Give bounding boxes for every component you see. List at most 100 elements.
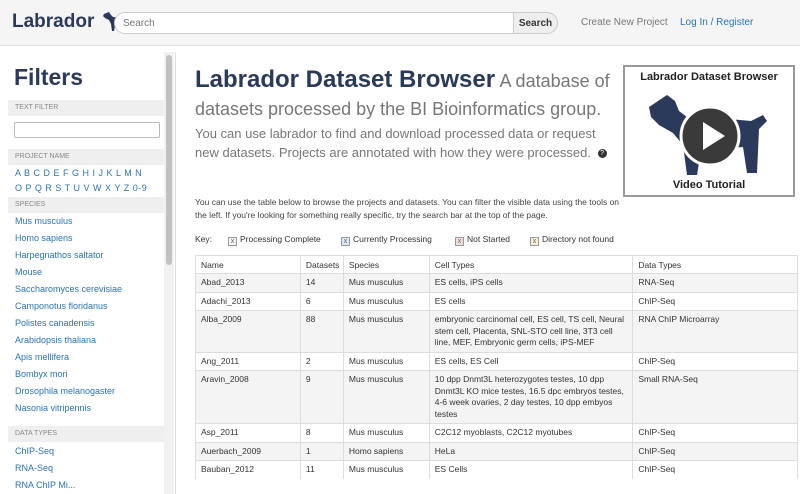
key-item-processing-complete: x Processing Complete	[228, 234, 321, 246]
species-filter-link[interactable]: Nasonia vitripennis	[15, 400, 122, 417]
cell-datasets: 1	[299, 441, 344, 461]
key-item-label: Currently Processing	[353, 234, 432, 244]
data-types-list: ChIP-Seq RNA-Seq RNA ChIP Mi...	[15, 443, 75, 494]
species-filter-link[interactable]: Homo sapiens	[15, 230, 122, 247]
cell-name: Ang_2011	[195, 351, 301, 371]
project-letters-row-2[interactable]: O P Q R S T U V W X Y Z 0-9	[15, 181, 163, 196]
cell-name: Abad_2013	[195, 273, 301, 292]
cell-species: Mus musculus	[342, 291, 430, 311]
table-row[interactable]: Adachi_2013 6 Mus musculus ES cells ChIP…	[195, 291, 798, 311]
cell-cell-types: ES Cells	[428, 460, 634, 479]
cell-species: Mus musculus	[342, 370, 430, 424]
data-type-filter-link[interactable]: RNA-Seq	[15, 460, 75, 477]
cell-species: Homo sapiens	[342, 441, 430, 461]
table-row[interactable]: Bauban_2012 11 Mus musculus ES Cells ChI…	[195, 460, 798, 479]
cell-species: Mus musculus	[342, 460, 430, 479]
login-register-link[interactable]: Log In / Register	[680, 17, 753, 28]
table-row[interactable]: Asp_2011 8 Mus musculus C2C12 myoblasts,…	[195, 423, 798, 442]
text-filter-header: TEXT FILTER	[8, 100, 164, 116]
species-filter-link[interactable]: Drosophila melanogaster	[15, 383, 122, 400]
project-name-header: PROJECT NAME	[8, 149, 164, 165]
cell-cell-types: 10 dpp Dnmt3L heterozygotes testes, 10 d…	[428, 370, 634, 424]
cell-data-types: ChIP-Seq	[632, 423, 798, 442]
search-bar: Search	[114, 12, 558, 34]
cell-name: Bauban_2012	[195, 460, 301, 479]
column-header-data-types[interactable]: Data Types	[632, 255, 798, 274]
video-tutorial-box[interactable]: Labrador Dataset Browser Video Tutorial	[623, 65, 795, 197]
data-type-filter-link[interactable]: ChIP-Seq	[15, 443, 75, 460]
table-row[interactable]: Aravin_2008 9 Mus musculus 10 dpp Dnmt3L…	[195, 370, 798, 424]
species-filter-link[interactable]: Polistes canadensis	[15, 315, 122, 332]
cell-data-types: ChIP-Seq	[632, 441, 798, 461]
table-row[interactable]: Abad_2013 14 Mus musculus ES cells, iPS …	[195, 273, 798, 292]
cell-data-types: RNA ChIP Microarray	[632, 310, 798, 352]
video-title: Labrador Dataset Browser	[640, 71, 778, 83]
play-icon[interactable]	[679, 105, 741, 167]
main-content: Labrador Dataset Browser A database of d…	[195, 52, 800, 494]
cell-cell-types: C2C12 myoblasts, C2C12 myotubes	[428, 423, 634, 442]
cell-cell-types: ES cells, iPS cells	[428, 273, 634, 292]
key-label: Key:	[195, 234, 213, 244]
table-row[interactable]: Ang_2011 2 Mus musculus ES cells, ES Cel…	[195, 351, 798, 371]
create-project-link[interactable]: Create New Project	[581, 17, 668, 28]
species-filter-link[interactable]: Mouse	[15, 264, 122, 281]
cell-name: Alba_2009	[195, 310, 301, 352]
column-header-datasets[interactable]: Datasets	[299, 255, 344, 274]
brand-logo[interactable]: Labrador	[12, 10, 130, 34]
species-filter-link[interactable]: Saccharomyces cerevisiae	[15, 281, 122, 298]
cell-data-types: ChIP-Seq	[632, 460, 798, 479]
cell-name: Adachi_2013	[195, 291, 301, 311]
cell-datasets: 88	[299, 310, 344, 352]
text-filter-input[interactable]	[14, 122, 160, 138]
species-filter-link[interactable]: Arabidopsis thaliana	[15, 332, 122, 349]
video-caption: Video Tutorial	[672, 179, 746, 191]
cell-datasets: 9	[299, 370, 344, 424]
search-input[interactable]	[114, 12, 514, 34]
data-type-filter-link[interactable]: RNA ChIP Mi...	[15, 477, 75, 494]
cell-species: Mus musculus	[342, 423, 430, 442]
status-key: Key: x Processing Complete x Currently Pro…	[195, 234, 614, 246]
cell-datasets: 8	[299, 423, 344, 442]
species-filter-link[interactable]: Mus musculus	[15, 213, 122, 230]
column-header-name[interactable]: Name	[195, 255, 301, 274]
lead-text: You can use labrador to find and downloa…	[195, 126, 596, 160]
species-filter-link[interactable]: Apis mellifera	[15, 349, 122, 366]
datasets-table: Name Datasets Species Cell Types Data Ty…	[195, 255, 798, 479]
key-item-label: Not Started	[467, 234, 510, 244]
cell-name: Aravin_2008	[195, 370, 301, 424]
filters-title: Filters	[14, 64, 84, 90]
sidebar-scrollbar-thumb[interactable]	[166, 55, 172, 265]
cell-cell-types: embryonic carcinomal cell, ES cell, TS c…	[428, 310, 634, 352]
cell-datasets: 2	[299, 351, 344, 371]
search-button[interactable]: Search	[513, 12, 558, 34]
cell-name: Auerbach_2009	[195, 441, 301, 461]
key-swatch-icon: x	[530, 237, 539, 246]
species-filter-link[interactable]: Harpegnathos saltator	[15, 247, 122, 264]
table-header-row: Name Datasets Species Cell Types Data Ty…	[195, 255, 798, 274]
page-headline: Labrador Dataset Browser A database of d…	[195, 66, 615, 124]
help-icon[interactable]: ?	[597, 149, 607, 159]
cell-species: Mus musculus	[342, 310, 430, 352]
cell-datasets: 11	[299, 460, 344, 479]
cell-species: Mus musculus	[342, 273, 430, 292]
cell-cell-types: ES cells, ES Cell	[428, 351, 634, 371]
species-list: Mus musculus Homo sapiens Harpegnathos s…	[15, 213, 122, 417]
data-types-header: DATA TYPES	[8, 426, 164, 442]
table-row[interactable]: Auerbach_2009 1 Homo sapiens HeLa ChIP-S…	[195, 441, 798, 461]
cell-data-types: ChIP-Seq	[632, 351, 798, 371]
sidebar-scrollbar[interactable]	[164, 52, 174, 494]
cell-datasets: 14	[299, 273, 344, 292]
cell-datasets: 6	[299, 291, 344, 311]
column-header-cell-types[interactable]: Cell Types	[428, 255, 634, 274]
table-row[interactable]: Alba_2009 88 Mus musculus embryonic carc…	[195, 310, 798, 352]
species-filter-link[interactable]: Camponotus floridanus	[15, 298, 122, 315]
project-letters-row-1[interactable]: A B C D E F G H I J K L M N	[15, 166, 163, 181]
key-swatch-icon: x	[341, 237, 350, 246]
top-navbar: Labrador Search Create New Project Log I…	[0, 0, 800, 46]
column-header-species[interactable]: Species	[342, 255, 430, 274]
cell-data-types: RNA-Seq	[632, 273, 798, 292]
cell-data-types: ChIP-Seq	[632, 291, 798, 311]
species-filter-link[interactable]: Bombyx mori	[15, 366, 122, 383]
cell-data-types: Small RNA-Seq	[632, 370, 798, 424]
key-item-directory-not-found: x Directory not found	[530, 234, 614, 246]
